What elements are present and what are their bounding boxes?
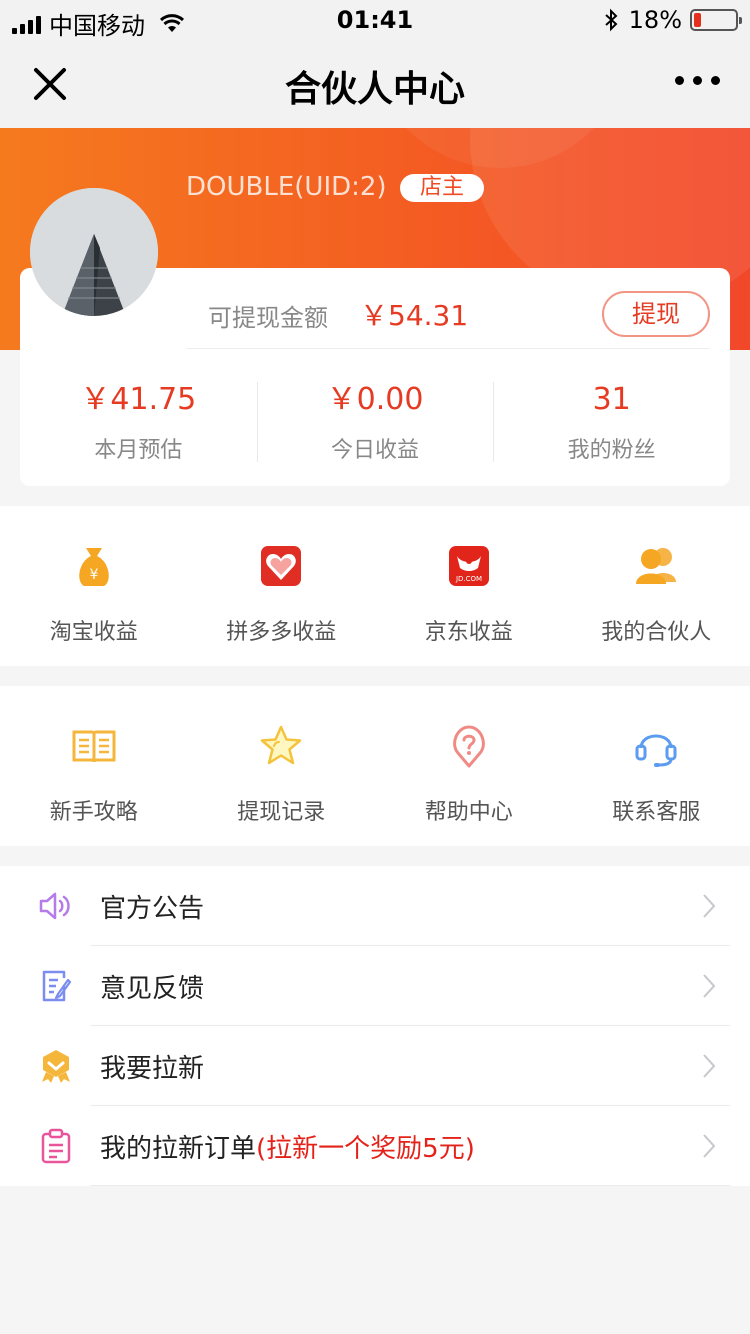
stat-label: 今日收益 bbox=[331, 438, 420, 463]
menu-item-invite-orders[interactable]: 我的拉新订单(拉新一个奖励5元) bbox=[0, 1106, 750, 1186]
invite-reward-note: (拉新一个奖励5元) bbox=[256, 1133, 475, 1164]
clipboard-icon bbox=[41, 1128, 71, 1164]
book-icon bbox=[72, 730, 116, 763]
menu-label: 我的拉新订单(拉新一个奖励5元) bbox=[100, 1133, 475, 1164]
taobao-moneybag-icon: ¥ bbox=[79, 548, 109, 586]
tools-grid: 新手攻略 提现记录 帮助中心 联系客服 bbox=[0, 686, 750, 846]
stat-value: ￥0.00 bbox=[326, 382, 424, 417]
chevron-right-icon bbox=[703, 974, 716, 998]
user-uid: DOUBLE(UID:2) bbox=[186, 172, 387, 202]
grid-label: 新手攻略 bbox=[49, 800, 138, 825]
jd-icon: JD.COM bbox=[448, 546, 489, 586]
earnings-grid: ¥ 淘宝收益 拼多多收益 JD.COM 京东收益 我的合伙人 bbox=[0, 506, 750, 666]
grid-label: 京东收益 bbox=[424, 620, 513, 645]
battery-percent: 18% bbox=[628, 6, 682, 34]
stat-month-estimate[interactable]: ￥41.75 本月预估 bbox=[20, 380, 257, 464]
avatar[interactable] bbox=[30, 188, 158, 316]
grid-label: 拼多多收益 bbox=[226, 620, 337, 645]
grid-label: 帮助中心 bbox=[424, 800, 513, 825]
contact-support[interactable]: 联系客服 bbox=[563, 686, 750, 846]
stat-value: 31 bbox=[592, 382, 631, 417]
stat-today-earnings[interactable]: ￥0.00 今日收益 bbox=[256, 380, 494, 464]
beginner-guide[interactable]: 新手攻略 bbox=[0, 686, 188, 846]
stat-value: ￥41.75 bbox=[80, 382, 197, 417]
taobao-earnings[interactable]: ¥ 淘宝收益 bbox=[0, 506, 188, 666]
stat-label: 本月预估 bbox=[94, 438, 183, 463]
chevron-right-icon bbox=[703, 1054, 716, 1078]
medal-icon bbox=[42, 1050, 70, 1083]
menu-item-feedback[interactable]: 意见反馈 bbox=[0, 946, 750, 1026]
feedback-icon bbox=[42, 970, 72, 1002]
grid-label: 我的合伙人 bbox=[601, 620, 712, 645]
status-bar: 中国移动 01:41 18% bbox=[0, 0, 750, 40]
jd-earnings[interactable]: JD.COM 京东收益 bbox=[375, 506, 563, 666]
speaker-icon bbox=[39, 892, 70, 920]
nav-bar: 合伙人中心 bbox=[0, 40, 750, 128]
pinduoduo-icon bbox=[261, 546, 302, 586]
bluetooth-icon bbox=[604, 8, 618, 32]
menu-item-announcements[interactable]: 官方公告 bbox=[0, 866, 750, 946]
stat-fans[interactable]: 31 我的粉丝 bbox=[493, 380, 730, 464]
grid-label: 淘宝收益 bbox=[49, 620, 138, 645]
withdraw-records[interactable]: 提现记录 bbox=[188, 686, 376, 846]
partners-icon bbox=[636, 548, 677, 584]
grid-label: 提现记录 bbox=[237, 800, 326, 825]
balance-label: 可提现金额 bbox=[208, 304, 328, 332]
star-icon bbox=[261, 725, 302, 765]
help-center[interactable]: 帮助中心 bbox=[375, 686, 563, 846]
page-title: 合伙人中心 bbox=[284, 69, 465, 110]
my-partners[interactable]: 我的合伙人 bbox=[563, 506, 750, 666]
withdraw-button[interactable]: 提现 bbox=[602, 291, 710, 337]
role-badge: 店主 bbox=[400, 174, 484, 202]
battery-icon bbox=[690, 9, 742, 31]
headset-icon bbox=[635, 734, 677, 767]
menu-label: 我要拉新 bbox=[100, 1053, 205, 1084]
more-icon[interactable] bbox=[675, 76, 720, 85]
chevron-right-icon bbox=[703, 1134, 716, 1158]
menu-label: 官方公告 bbox=[100, 893, 205, 924]
menu-item-invite[interactable]: 我要拉新 bbox=[0, 1026, 750, 1106]
svg-text:JD.COM: JD.COM bbox=[455, 575, 482, 583]
menu-list: 官方公告 意见反馈 我要拉新 我的拉新订单(拉新一个奖励5元) bbox=[0, 866, 750, 1186]
balance-value: ￥54.31 bbox=[360, 299, 469, 332]
chevron-right-icon bbox=[703, 894, 716, 918]
help-icon bbox=[452, 725, 485, 768]
pinduoduo-earnings[interactable]: 拼多多收益 bbox=[188, 506, 376, 666]
svg-text:¥: ¥ bbox=[89, 567, 98, 583]
grid-label: 联系客服 bbox=[612, 800, 701, 825]
stat-label: 我的粉丝 bbox=[567, 438, 656, 463]
menu-label: 意见反馈 bbox=[100, 973, 205, 1004]
